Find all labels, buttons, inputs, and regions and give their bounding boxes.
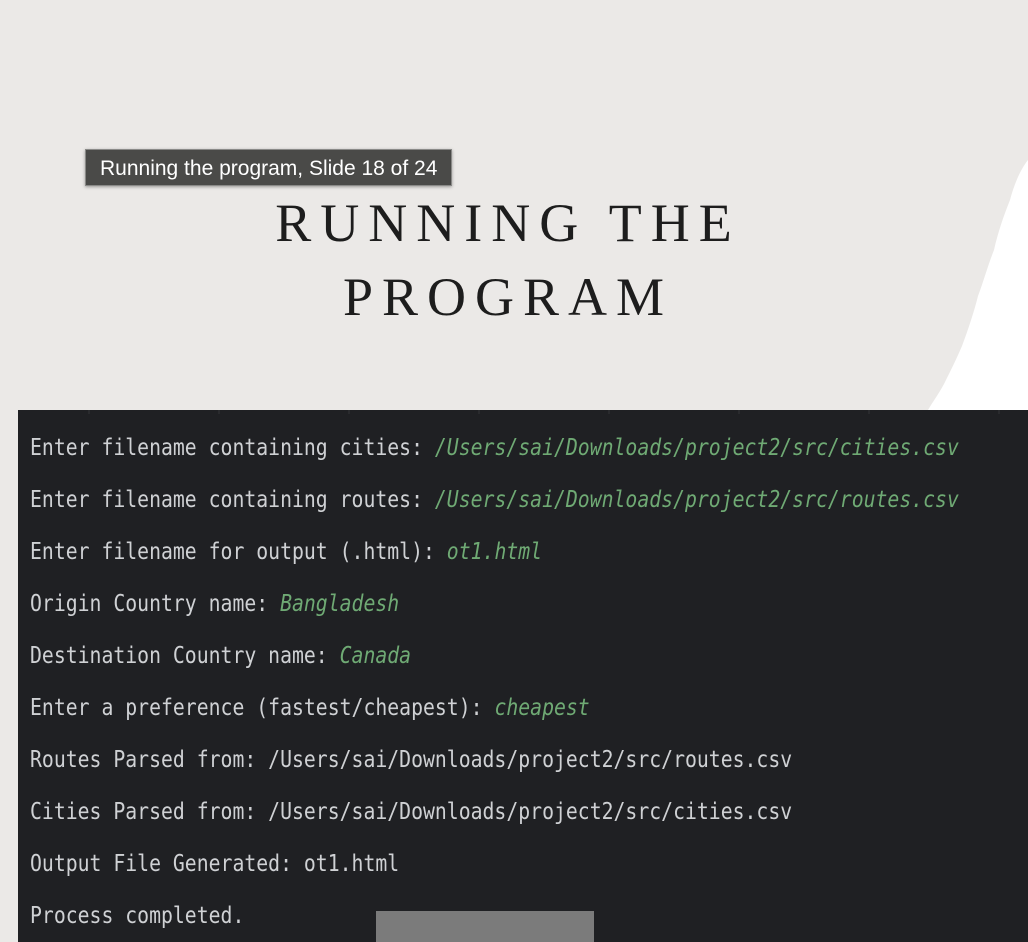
terminal-prompt: Origin Country name:: [30, 591, 281, 617]
terminal-user-input: ot1.html: [446, 539, 543, 565]
terminal-output-text: Cities Parsed from: /Users/sai/Downloads…: [30, 799, 793, 825]
terminal-user-input: /Users/sai/Downloads/project2/src/routes…: [434, 487, 959, 513]
terminal-line: Enter filename for output (.html): ot1.h…: [30, 528, 959, 580]
terminal-output-text: Output File Generated: ot1.html: [30, 851, 400, 877]
terminal-line: Destination Country name: Canada: [30, 632, 959, 684]
terminal-line: Cities Parsed from: /Users/sai/Downloads…: [30, 788, 959, 840]
terminal-prompt: Enter a preference (fastest/cheapest):: [30, 695, 495, 721]
terminal-output-text: Routes Parsed from: /Users/sai/Downloads…: [30, 747, 793, 773]
terminal-prompt: Enter filename containing routes:: [30, 487, 435, 513]
terminal-prompt: Enter filename containing cities:: [30, 435, 435, 461]
slide-title-line-2: PROGRAM: [342, 267, 674, 327]
terminal-output: Enter filename containing cities: /Users…: [30, 424, 1028, 942]
slide-title: RUNNING THE PROGRAM: [0, 186, 1016, 334]
terminal-user-input: Canada: [339, 643, 412, 669]
terminal-prompt: Destination Country name:: [30, 643, 340, 669]
terminal-cropped-top-edge: [18, 410, 1028, 414]
redaction-box: [376, 911, 594, 942]
terminal-line: Output File Generated: ot1.html: [30, 840, 959, 892]
slide-title-line-1: RUNNING THE: [275, 193, 741, 253]
terminal-line: Enter filename containing routes: /Users…: [30, 476, 959, 528]
terminal-user-input: Bangladesh: [280, 591, 400, 617]
terminal-user-input: /Users/sai/Downloads/project2/src/cities…: [434, 435, 959, 461]
terminal-output-text: Process completed.: [30, 903, 245, 929]
terminal-line: Enter a preference (fastest/cheapest): c…: [30, 684, 959, 736]
terminal-screenshot: Enter filename containing cities: /Users…: [18, 410, 1028, 942]
terminal-line: Origin Country name: Bangladesh: [30, 580, 959, 632]
terminal-line: Routes Parsed from: /Users/sai/Downloads…: [30, 736, 959, 788]
slide-tooltip: Running the program, Slide 18 of 24: [85, 149, 453, 186]
slide-canvas: Running the program, Slide 18 of 24 RUNN…: [0, 0, 1028, 942]
terminal-prompt: Enter filename for output (.html):: [30, 539, 447, 565]
terminal-user-input: cheapest: [494, 695, 590, 721]
terminal-line: Enter filename containing cities: /Users…: [30, 424, 959, 476]
